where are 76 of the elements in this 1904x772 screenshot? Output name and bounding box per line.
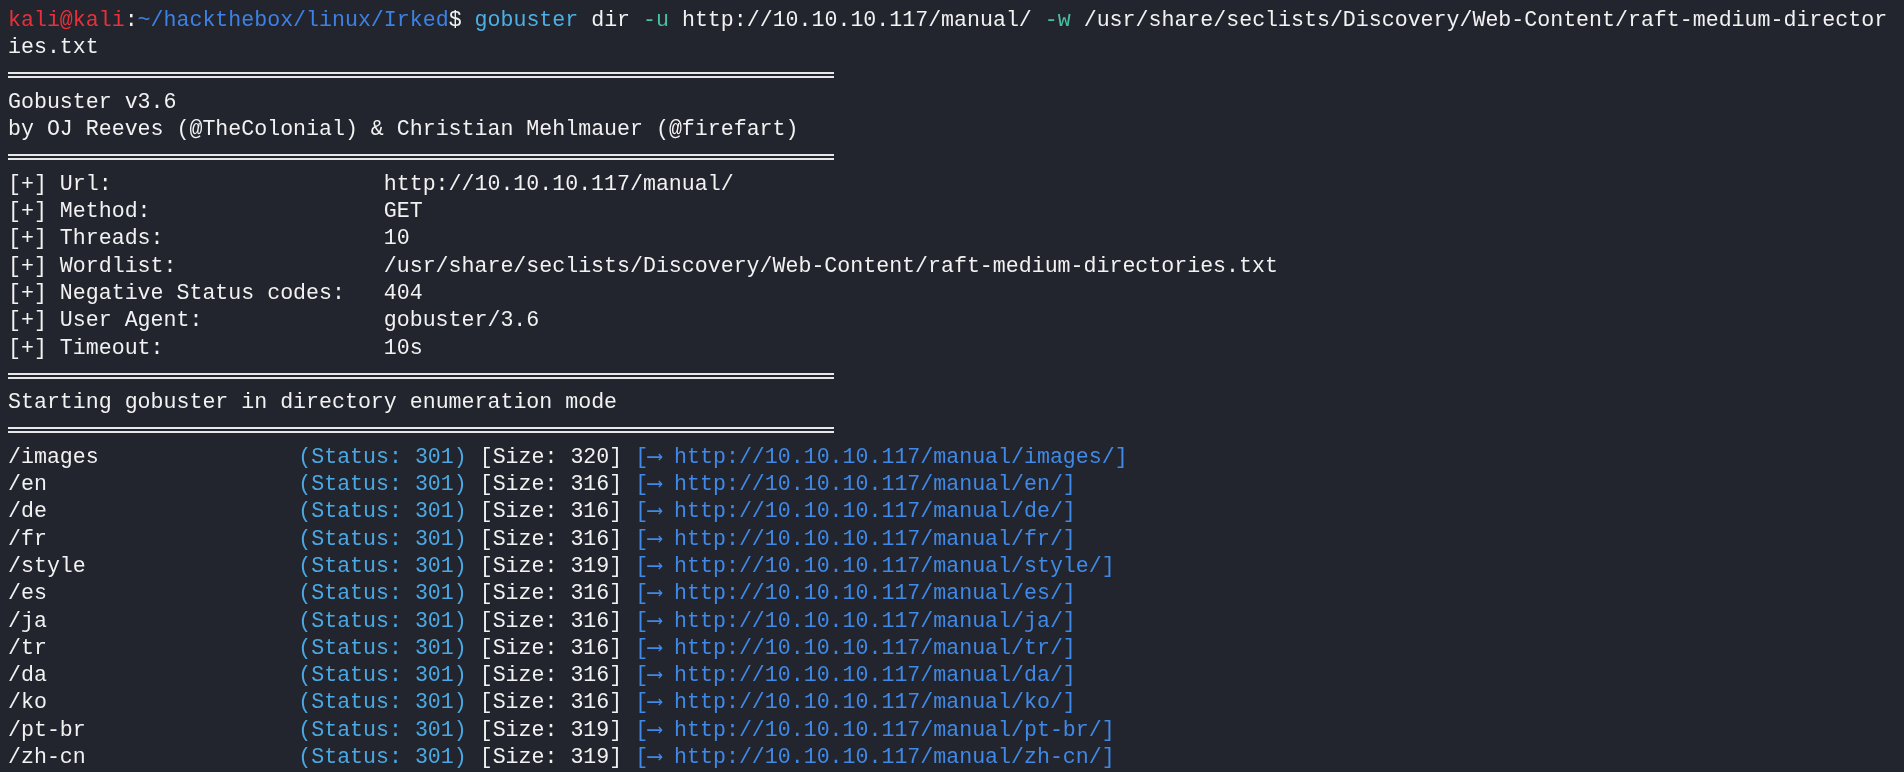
result-redirect-url: [⟶ http://10.10.10.117/manual/en/] [635, 472, 1076, 497]
setting-label: [+] Threads: [8, 225, 165, 253]
setting-label: [+] Wordlist: [8, 252, 178, 280]
result-status: (Status: 301) [298, 581, 467, 606]
result-size: [Size: 316] [479, 690, 623, 715]
setting-value: 10 [383, 226, 410, 251]
result-size: [Size: 316] [479, 608, 623, 633]
result-path: /style [8, 552, 87, 580]
result-size: [Size: 319] [479, 717, 623, 742]
command-option-text: -u [643, 8, 669, 32]
result-status: (Status: 301) [298, 717, 467, 742]
result-path: /pt-br [8, 716, 87, 744]
banner-title: Gobuster v3.6 [8, 88, 178, 116]
prompt-path: ~/hackthebox/linux/Irked [137, 8, 449, 32]
command-argument: /usr/share/seclists/Discovery/Web-Content/raft-medium-director [1083, 8, 1888, 32]
command-argument: dir [591, 8, 631, 32]
setting-value: /usr/share/seclists/Discovery/Web-Content/raft-medium-directories.txt [383, 253, 1278, 278]
result-size: [Size: 319] [479, 745, 623, 769]
setting-value: 404 [383, 280, 423, 305]
result-status: (Status: 301) [298, 745, 467, 769]
setting-value: GET [383, 199, 423, 224]
result-path: /zh-cn [8, 744, 87, 771]
result-size: [Size: 316] [479, 526, 623, 551]
result-redirect-url: [⟶ http://10.10.10.117/manual/pt-br/] [635, 717, 1115, 742]
result-path: /da [8, 662, 48, 690]
result-path: /es [8, 580, 48, 608]
result-size: [Size: 319] [479, 553, 623, 578]
result-size: [Size: 316] [479, 635, 623, 660]
result-status: (Status: 301) [298, 526, 467, 551]
result-redirect-url: [⟶ http://10.10.10.117/manual/ja/] [635, 608, 1076, 633]
result-status: (Status: 301) [298, 663, 467, 688]
result-status: (Status: 301) [298, 690, 467, 715]
result-path: /fr [8, 525, 48, 553]
setting-label: [+] Url: [8, 170, 113, 198]
command-name: gobuster [474, 8, 579, 32]
result-redirect-url: [⟶ http://10.10.10.117/manual/tr/] [635, 635, 1076, 660]
result-redirect-url: [⟶ http://10.10.10.117/manual/zh-cn/] [635, 745, 1115, 769]
result-redirect-url: [⟶ http://10.10.10.117/manual/da/] [635, 663, 1076, 688]
setting-value: http://10.10.10.117/manual/ [383, 171, 734, 196]
result-path: /tr [8, 634, 48, 662]
result-redirect-url: [⟶ http://10.10.10.117/manual/fr/] [635, 526, 1076, 551]
setting-label: [+] Negative Status codes: [8, 279, 346, 307]
setting-value: 10s [383, 335, 423, 360]
prompt-symbol: $ [448, 8, 462, 32]
command-argument: http://10.10.10.117/manual/ [681, 8, 1032, 32]
result-status: (Status: 301) [298, 635, 467, 660]
result-status: (Status: 301) [298, 444, 467, 469]
setting-label: [+] Timeout: [8, 334, 165, 362]
result-path: /images [8, 443, 100, 471]
result-redirect-url: [⟶ http://10.10.10.117/manual/style/] [635, 553, 1115, 578]
result-size: [Size: 316] [479, 663, 623, 688]
result-redirect-url: [⟶ http://10.10.10.117/manual/ko/] [635, 690, 1076, 715]
banner-authors: by OJ Reeves (@TheColonial) & Christian Mehlmauer (@firefart) [8, 116, 800, 144]
setting-label: [+] Method: [8, 198, 152, 226]
result-size: [Size: 316] [479, 581, 623, 606]
prompt-colon: : [124, 8, 138, 32]
result-redirect-url: [⟶ http://10.10.10.117/manual/images/] [635, 444, 1128, 469]
prompt-user-host: kali@kali [8, 8, 125, 32]
setting-label: [+] User Agent: [8, 307, 204, 335]
result-status: (Status: 301) [298, 472, 467, 497]
result-status: (Status: 301) [298, 608, 467, 633]
result-redirect-url: [⟶ http://10.10.10.117/manual/es/] [635, 581, 1076, 606]
command-option-text: -w [1044, 8, 1071, 32]
result-status: (Status: 301) [298, 499, 467, 524]
result-size: [Size: 320] [479, 444, 623, 469]
result-path: /en [8, 471, 48, 499]
result-size: [Size: 316] [479, 472, 623, 497]
result-status: (Status: 301) [298, 553, 467, 578]
result-path: /de [8, 498, 48, 526]
result-path: /ko [8, 689, 48, 717]
setting-value: gobuster/3.6 [383, 308, 540, 333]
result-redirect-url: [⟶ http://10.10.10.117/manual/de/] [635, 499, 1076, 524]
status-message: Starting gobuster in directory enumeration mode [8, 389, 619, 417]
result-path: /ja [8, 607, 48, 635]
result-size: [Size: 316] [479, 499, 623, 524]
command-argument-wrapped: ies.txt [8, 34, 100, 62]
